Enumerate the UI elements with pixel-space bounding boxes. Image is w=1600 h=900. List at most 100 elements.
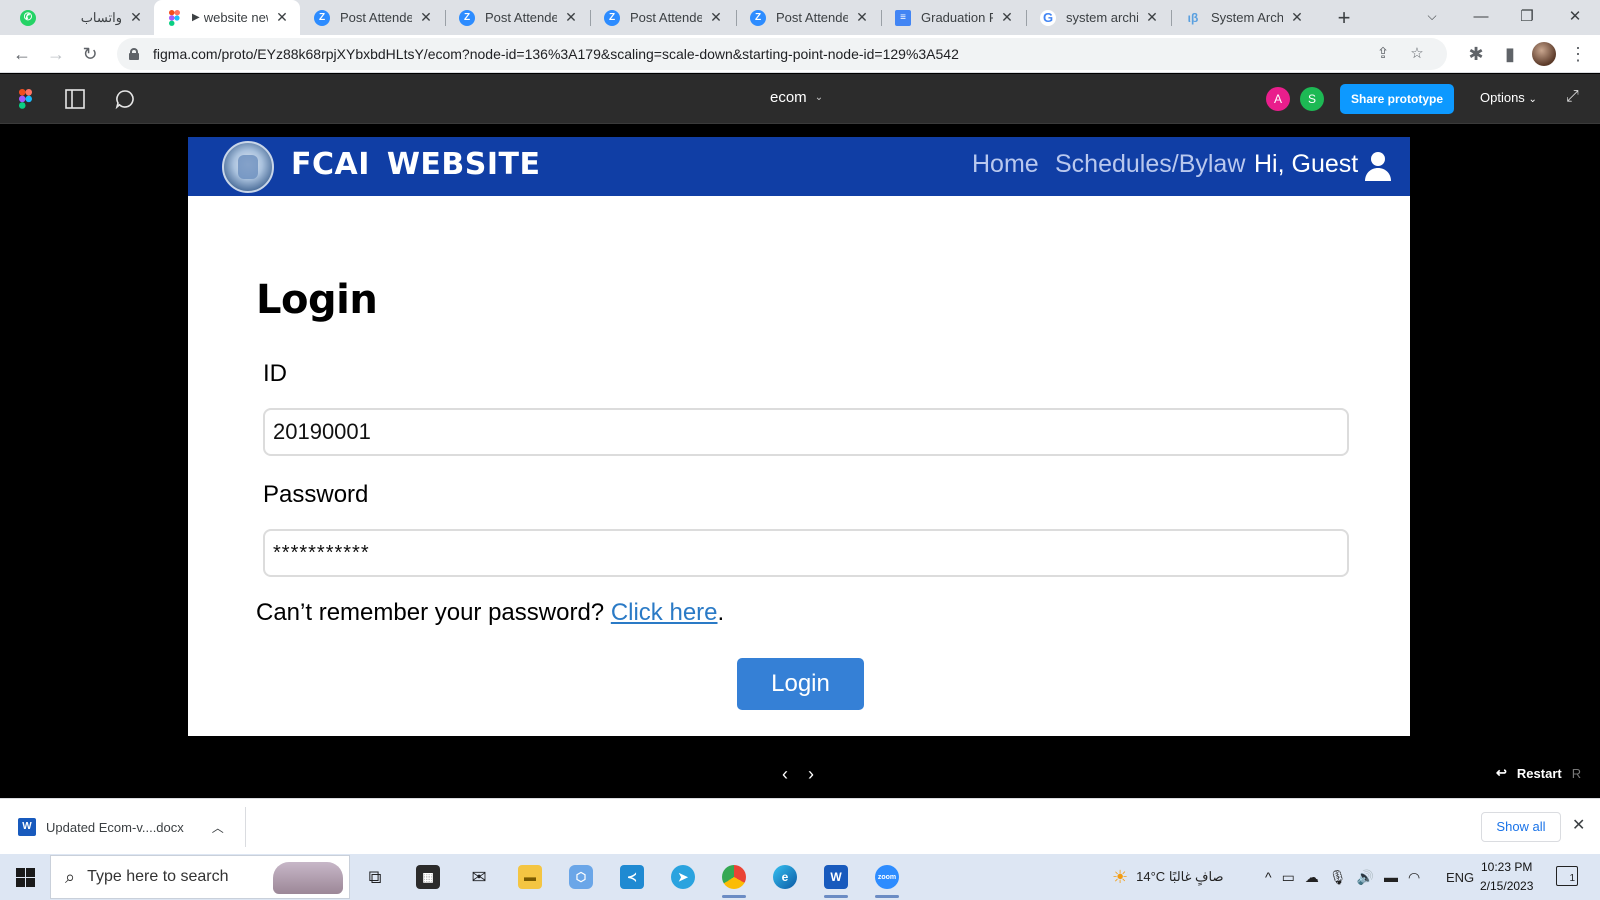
divider (245, 807, 246, 847)
restore-button[interactable]: ❐ (1504, 0, 1550, 35)
close-tab-icon[interactable]: ✕ (563, 9, 579, 26)
minimize-button[interactable]: — (1458, 0, 1504, 35)
fcai-logo[interactable] (222, 141, 274, 193)
vscode-icon[interactable]: ≺ (612, 859, 652, 895)
options-dropdown[interactable]: Options ⌄ (1480, 90, 1537, 105)
tab-zoom-3[interactable]: Z Post Attendee ✕ (592, 0, 734, 35)
download-item[interactable]: W Updated Ecom-v....docx ︿ (18, 811, 224, 843)
onedrive-icon[interactable]: ☁ (1305, 869, 1319, 886)
tab-system-architecture[interactable]: ιβ System Archit ✕ (1173, 0, 1315, 35)
chrome-icon[interactable] (714, 859, 754, 898)
collaborator-avatar[interactable]: A (1266, 87, 1290, 111)
previous-frame-icon[interactable]: ‹ (782, 764, 788, 785)
fullscreen-icon[interactable]: ⤢ (1566, 88, 1579, 106)
telegram-icon[interactable]: ➤ (663, 859, 703, 895)
side-panel-icon[interactable]: ▮ (1496, 40, 1524, 68)
tab-zoom-1[interactable]: Z Post Attendee ✕ (302, 0, 444, 35)
meet-now-icon[interactable]: ▭ (1282, 869, 1295, 886)
tab-graduation-doc[interactable]: ≡ Graduation Pr ✕ (883, 0, 1025, 35)
tab-separator (881, 10, 882, 26)
password-input[interactable]: *********** (263, 529, 1349, 577)
chrome-menu-icon[interactable]: ⋮ (1564, 40, 1592, 68)
collaborator-avatar[interactable]: S (1300, 87, 1324, 111)
microphone-icon[interactable]: 🎙 (1329, 869, 1347, 886)
file-explorer-icon[interactable]: ▬ (510, 859, 550, 895)
app-hexagon-icon[interactable]: ⬡ (561, 859, 601, 895)
close-tab-icon[interactable]: ✕ (1289, 9, 1305, 26)
weather-widget[interactable]: ☀ 14°C صافٍ غالبًا (1112, 854, 1224, 900)
close-tab-icon[interactable]: ✕ (128, 9, 144, 26)
store-icon[interactable]: ▦ (408, 859, 448, 895)
login-button[interactable]: Login (737, 658, 864, 710)
tab-figma-website[interactable]: ▶ website new ✕ (154, 0, 300, 35)
weather-text: 14°C صافٍ غالبًا (1136, 869, 1224, 884)
tab-whatsapp[interactable]: ✆ واتساب ✕ (8, 0, 154, 35)
nav-home-link[interactable]: Home (972, 150, 1039, 179)
google-icon: G (1040, 9, 1056, 26)
nav-schedules-link[interactable]: Schedules/Bylaw (1055, 150, 1245, 179)
tab-zoom-4[interactable]: Z Post Attendee ✕ (738, 0, 880, 35)
volume-icon[interactable]: 🔊 (1357, 869, 1374, 886)
address-bar[interactable]: figma.com/proto/EYz88k68rpjXYbxbdHLtsY/e… (117, 38, 1447, 70)
close-tab-icon[interactable]: ✕ (1144, 9, 1160, 26)
battery-icon[interactable]: ▬ (1384, 869, 1398, 885)
password-label: Password (263, 481, 369, 508)
tab-search-button[interactable]: ⌵ (1409, 0, 1455, 35)
taskbar-search[interactable]: ⌕ Type here to search (50, 855, 350, 899)
extensions-icon[interactable]: ✱ (1462, 40, 1490, 68)
tab-separator (736, 10, 737, 26)
zoom-taskbar-icon[interactable]: zoom (867, 859, 907, 898)
download-file-name: Updated Ecom-v....docx (46, 819, 184, 835)
back-button[interactable]: ← (8, 40, 36, 68)
next-frame-icon[interactable]: › (808, 764, 814, 785)
bookmark-star-icon[interactable]: ☆ (1403, 38, 1431, 70)
figma-logo-icon[interactable] (19, 89, 32, 109)
notification-center-icon[interactable]: 1 (1556, 866, 1578, 886)
taskbar-clock[interactable]: 10:23 PM 2/15/2023 (1480, 858, 1533, 896)
user-icon[interactable] (1364, 151, 1392, 181)
language-indicator[interactable]: ENG (1446, 854, 1474, 900)
windows-start-icon[interactable] (16, 868, 35, 887)
mail-icon[interactable]: ✉ (459, 859, 499, 895)
forgot-password-link[interactable]: Click here (611, 599, 718, 626)
show-all-button[interactable]: Show all (1481, 812, 1561, 842)
close-download-bar-icon[interactable]: ✕ (1572, 815, 1585, 835)
tab-google-search[interactable]: G system archite ✕ (1028, 0, 1170, 35)
edge-icon[interactable]: e (765, 859, 805, 895)
tab-zoom-2[interactable]: Z Post Attendee ✕ (447, 0, 589, 35)
comment-icon[interactable] (112, 86, 138, 112)
chevron-down-icon: ⌄ (1528, 94, 1537, 105)
close-tab-icon[interactable]: ✕ (854, 9, 870, 26)
forward-button[interactable]: → (42, 40, 70, 68)
chevron-up-icon[interactable]: ^ (1265, 869, 1272, 885)
figma-icon (166, 9, 182, 26)
close-tab-icon[interactable]: ✕ (418, 9, 434, 26)
clock-time: 10:23 PM (1481, 860, 1533, 874)
site-header: FCAI WEBSITE Home Schedules/Bylaw Hi, Gu… (188, 137, 1410, 196)
sidebar-toggle-icon[interactable] (62, 86, 88, 112)
weather-icon: ☀ (1112, 866, 1129, 887)
share-prototype-button[interactable]: Share prototype (1340, 84, 1454, 114)
reload-button[interactable]: ↻ (76, 40, 104, 68)
close-tab-icon[interactable]: ✕ (708, 9, 724, 26)
tab-title: website new (203, 10, 268, 25)
task-view-icon[interactable]: ⧉ (355, 859, 395, 895)
restart-label: Restart (1516, 765, 1562, 781)
new-tab-button[interactable]: + (1330, 4, 1358, 32)
close-tab-icon[interactable]: ✕ (274, 9, 290, 26)
restart-shortcut: R (1571, 765, 1582, 781)
restart-button[interactable]: ↩ Restart R (1496, 765, 1581, 781)
id-input[interactable]: 20190001 (263, 408, 1349, 456)
close-window-button[interactable]: ✕ (1552, 0, 1598, 35)
share-page-icon[interactable]: ⇪ (1369, 38, 1397, 70)
site-title: FCAI WEBSITE (291, 147, 541, 182)
wifi-icon[interactable]: ◠ (1408, 869, 1420, 886)
search-highlight-image (273, 862, 343, 894)
word-icon[interactable]: W (816, 859, 856, 898)
file-name-dropdown[interactable]: ecom ⌄ (770, 89, 823, 106)
profile-avatar[interactable] (1532, 42, 1556, 66)
tab-title: Post Attendee (776, 10, 848, 25)
close-tab-icon[interactable]: ✕ (999, 9, 1015, 26)
chevron-up-icon[interactable]: ︿ (212, 819, 224, 836)
word-file-icon: W (18, 818, 36, 836)
